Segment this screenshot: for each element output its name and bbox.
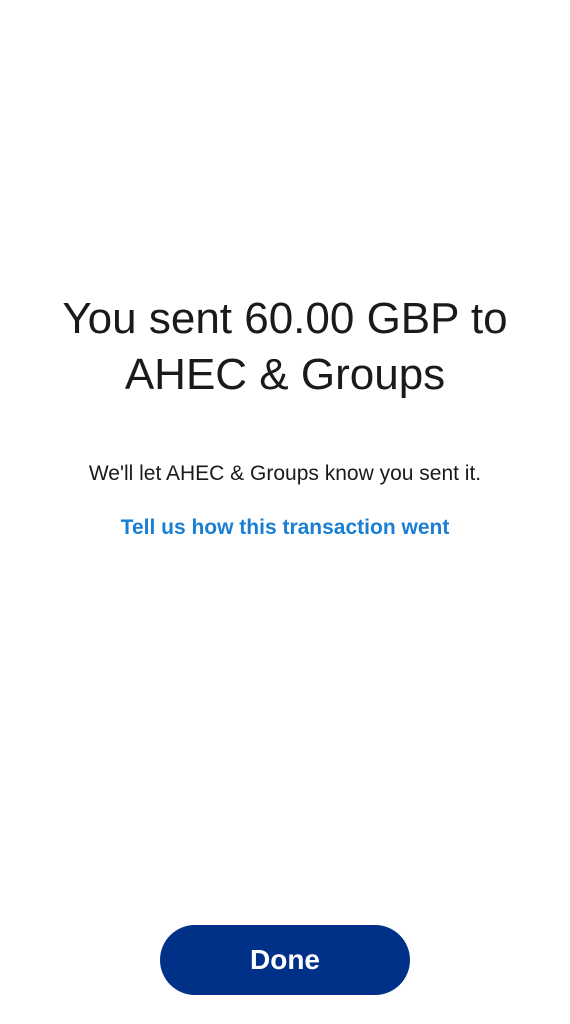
- confirmation-message: We'll let AHEC & Groups know you sent it…: [88, 462, 482, 485]
- transaction-feedback-link[interactable]: Tell us how this transaction went: [20, 515, 550, 541]
- confirmation-title: You sent 60.00 GBP to AHEC & Groups: [62, 294, 508, 399]
- done-button[interactable]: Done: [160, 925, 410, 995]
- payment-confirmation-screen: You sent 60.00 GBP to AHEC & Groups We'l…: [0, 0, 570, 1024]
